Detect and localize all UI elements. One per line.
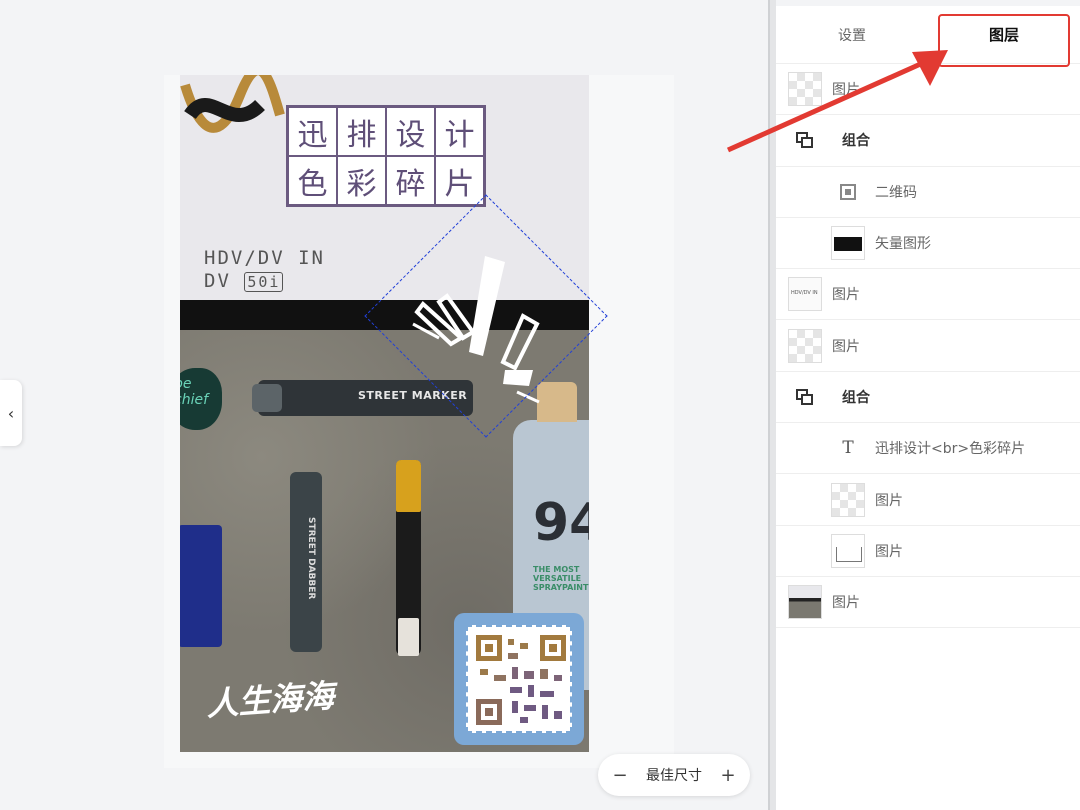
layer-name: 图片 — [875, 492, 903, 509]
marker-vertical-yellow — [396, 460, 421, 656]
qr-code-icon — [476, 635, 566, 725]
layer-thumbnail — [788, 585, 822, 620]
layer-thumbnail — [831, 482, 865, 517]
layer-thumbnail — [788, 277, 822, 312]
gold-scribble-graphic — [180, 75, 285, 133]
title-char: 片 — [435, 156, 484, 205]
layer-name: 矢量图形 — [875, 236, 931, 253]
title-char: 设 — [386, 107, 435, 156]
panel-divider[interactable] — [768, 0, 776, 810]
title-char: 排 — [337, 107, 386, 156]
panel-tabs: 设置 图层 — [776, 6, 1080, 67]
green-sticker: be chief — [180, 368, 222, 430]
handwritten-text[interactable]: HDV/DV IN DV 50i — [204, 247, 325, 294]
marker-cap — [252, 384, 282, 412]
layer-item-group[interactable]: 组合 — [776, 372, 1080, 424]
layer-item[interactable]: 图片 — [776, 64, 1080, 116]
group-icon — [788, 380, 822, 414]
title-char: 色 — [288, 156, 337, 205]
zoom-in-button[interactable]: + — [720, 765, 736, 786]
layer-name: 图片 — [832, 82, 860, 99]
tab-settings[interactable]: 设置 — [776, 6, 928, 63]
title-char: 计 — [435, 107, 484, 156]
app-root: HDV/DV IN DV 50i 迅 排 设 计 色 彩 碎 片 be chie… — [0, 0, 1080, 810]
layer-thumbnail — [831, 226, 865, 261]
text-icon: T — [842, 438, 854, 459]
layers-panel: 设置 图层 图片 组合 二维码 矢量图形 HDV/DV IN 图片 图片 组合 … — [776, 6, 1080, 810]
layer-thumbnail — [788, 72, 822, 107]
can-number: 94 — [533, 493, 589, 553]
chevron-left-icon: ‹ — [7, 403, 15, 423]
yellow-cap — [396, 460, 421, 512]
title-char: 碎 — [386, 156, 435, 205]
layer-name: 图片 — [832, 338, 860, 355]
group-icon — [788, 123, 822, 157]
layer-list: 图片 组合 二维码 矢量图形 图片 图片 — [776, 64, 1080, 629]
layer-thumbnail — [831, 533, 865, 568]
layer-item[interactable]: 图片 — [776, 474, 1080, 526]
collapse-sidebar-button[interactable]: ‹ — [0, 380, 22, 446]
hand-text-prefix: DV — [204, 270, 231, 292]
layer-item-group[interactable]: 组合 — [776, 115, 1080, 167]
layer-name: 图片 — [875, 543, 903, 560]
qr-stamp-inner — [466, 625, 572, 733]
title-grid[interactable]: 迅 排 设 计 色 彩 碎 片 — [286, 105, 486, 207]
layer-item[interactable]: 图片 — [776, 269, 1080, 321]
layer-name: 图片 — [832, 287, 860, 304]
layer-item[interactable]: 矢量图形 — [776, 218, 1080, 270]
poster-canvas[interactable]: HDV/DV IN DV 50i 迅 排 设 计 色 彩 碎 片 be chie… — [180, 75, 589, 752]
can-text: THE MOST VERSATILE SPRAYPAINT — [533, 565, 589, 592]
layer-thumbnail — [788, 328, 822, 363]
layer-name: 图片 — [832, 595, 860, 612]
hand-text-line1: HDV/DV IN — [204, 247, 325, 269]
layer-item[interactable]: 二维码 — [776, 167, 1080, 218]
layer-item[interactable]: T 迅排设计<br>色彩碎片 — [776, 423, 1080, 475]
title-char: 彩 — [337, 156, 386, 205]
hand-text-line2: DV 50i — [204, 270, 325, 294]
layer-item[interactable]: 图片 — [776, 577, 1080, 629]
hand-text-boxed: 50i — [244, 272, 284, 292]
zoom-out-button[interactable]: − — [612, 765, 628, 786]
zoom-fit-label[interactable]: 最佳尺寸 — [646, 765, 702, 785]
layer-item[interactable]: 图片 — [776, 320, 1080, 372]
layer-name: 迅排设计<br>色彩碎片 — [875, 441, 1026, 458]
canvas-area: HDV/DV IN DV 50i 迅 排 设 计 色 彩 碎 片 be chie… — [0, 0, 770, 810]
layer-item[interactable]: 图片 — [776, 526, 1080, 577]
layer-name: 组合 — [842, 133, 870, 150]
signature-text[interactable]: 人生海海 — [205, 671, 336, 726]
marker-tip — [398, 618, 419, 656]
blue-card — [180, 525, 222, 647]
layer-name: 二维码 — [875, 184, 917, 201]
tab-highlight-box — [938, 14, 1070, 67]
marker-vertical-dabber: STREET DABBER — [290, 472, 322, 652]
zoom-control: − 最佳尺寸 + — [598, 754, 750, 796]
layer-name: 组合 — [842, 389, 870, 406]
qr-stamp[interactable] — [454, 613, 584, 745]
qrcode-icon — [831, 175, 865, 209]
title-char: 迅 — [288, 107, 337, 156]
dabber-label: STREET DABBER — [306, 517, 316, 600]
